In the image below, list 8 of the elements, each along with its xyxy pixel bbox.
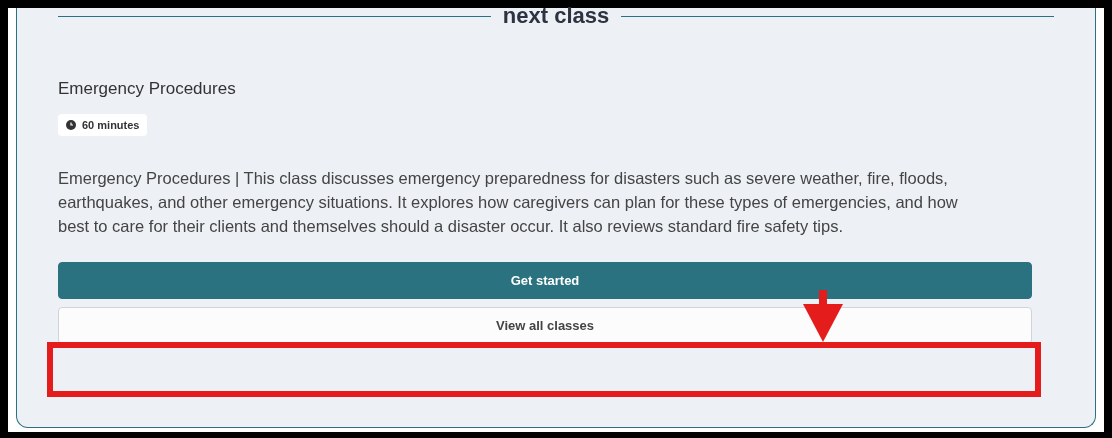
class-title: Emergency Procedures xyxy=(58,78,237,100)
get-started-button[interactable]: Get started xyxy=(58,262,1032,299)
view-all-button[interactable]: View all classes xyxy=(58,307,1032,344)
section-title: next class xyxy=(502,5,610,27)
clock-icon xyxy=(66,119,76,130)
arrow-drawing xyxy=(803,290,843,342)
class-description: Emergency Procedures | This class discusses emergency preparedness for disasters such as severe weather, fire, floods, earthquakes, and other emergency situations. It explores how caregivers can plan for these types of emergencies, and how best to care for their clients and themselves should a disaster occur. It also reviews standard fire safety tips. xyxy=(58,168,959,237)
duration-text: 60 minutes xyxy=(82,117,140,133)
